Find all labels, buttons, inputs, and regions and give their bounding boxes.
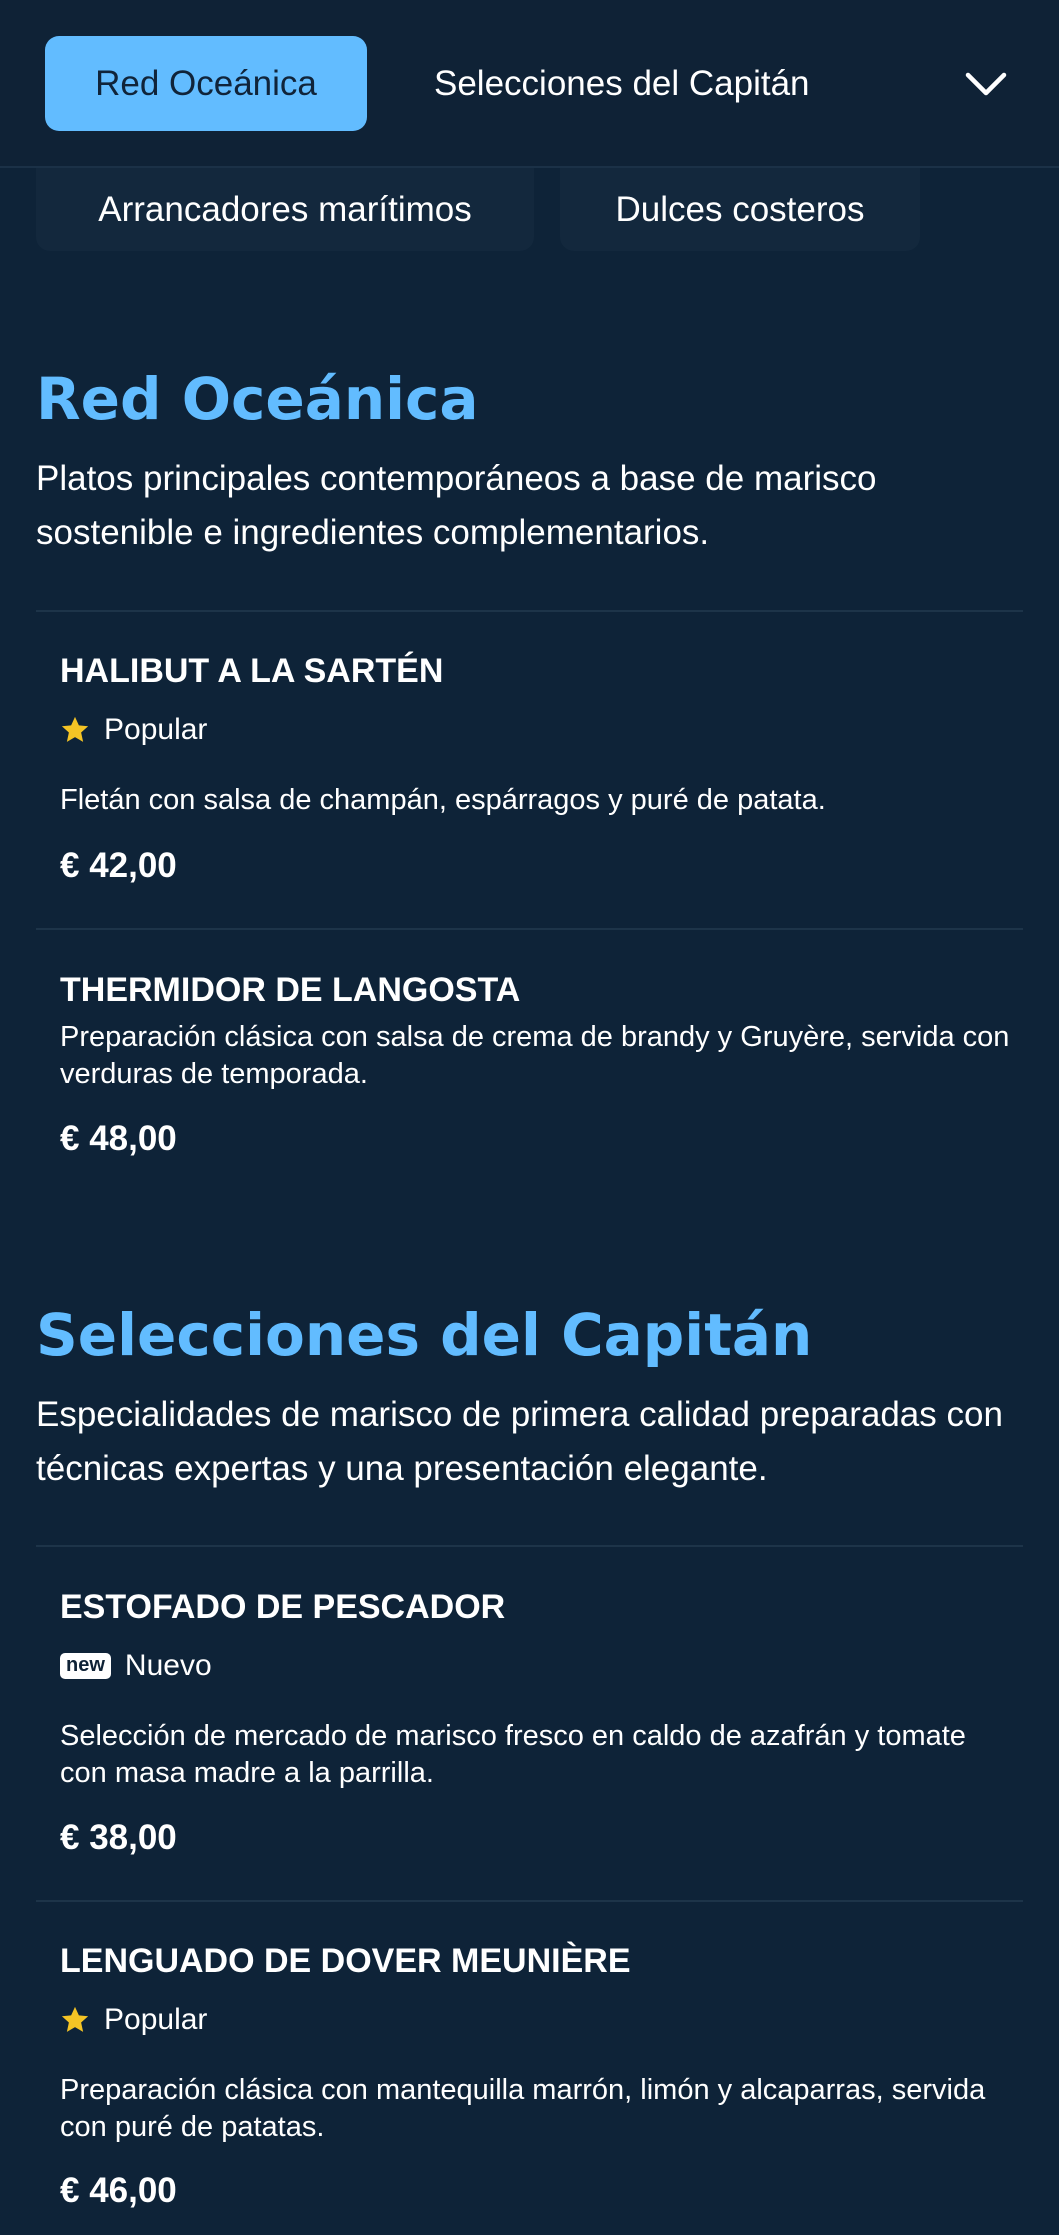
divider [36, 1900, 1023, 1902]
item-name: ESTOFADO DE PESCADOR [60, 1588, 506, 1626]
item-name: THERMIDOR DE LANGOSTA [60, 971, 521, 1009]
section-description: Platos principales contemporáneos a base… [36, 459, 877, 552]
item-description: Preparación clásica con salsa de crema d… [60, 1021, 1010, 1090]
tab-label: Selecciones del Capitán [434, 63, 810, 103]
item-name: LENGUADO DE DOVER MEUNIÈRE [60, 1942, 631, 1980]
tab-dulces-costeros[interactable]: Dulces costeros [560, 168, 920, 251]
category-nav-overflow: Arrancadores marítimos Dulces costeros [0, 168, 1059, 258]
item-description: Fletán con salsa de champán, espárragos … [60, 784, 826, 816]
item-price: € 46,00 [60, 2171, 177, 2210]
section-title: Red Oceánica [36, 365, 479, 433]
badge-label: Popular [104, 713, 208, 746]
popular-badge: Popular [60, 713, 207, 747]
tab-red-oceanica[interactable]: Red Oceánica [45, 36, 367, 131]
item-description: Preparación clásica con mantequilla marr… [60, 2074, 986, 2143]
tab-selecciones-del-capitan[interactable]: Selecciones del Capitán [434, 36, 810, 131]
star-icon [61, 716, 89, 742]
divider [36, 610, 1023, 612]
tab-label: Dulces costeros [615, 189, 865, 229]
section-description: Especialidades de marisco de primera cal… [36, 1395, 1003, 1488]
tab-label: Arrancadores marítimos [98, 189, 472, 229]
tab-label: Red Oceánica [95, 63, 317, 103]
item-price: € 42,00 [60, 846, 177, 885]
divider [36, 1545, 1023, 1547]
more-categories-button[interactable] [950, 48, 1022, 120]
chevron-down-icon [965, 72, 1007, 96]
new-icon: new [60, 1653, 111, 1679]
star-icon [61, 2006, 89, 2032]
section-title: Selecciones del Capitán [36, 1301, 813, 1369]
item-description: Selección de mercado de marisco fresco e… [60, 1720, 966, 1789]
item-price: € 48,00 [60, 1119, 177, 1158]
badge-label: Popular [104, 2003, 208, 2036]
new-badge: new Nuevo [60, 1649, 212, 1683]
category-nav: Red Oceánica Selecciones del Capitán [0, 0, 1059, 168]
divider [36, 928, 1023, 930]
popular-badge: Popular [60, 2003, 207, 2037]
badge-label: Nuevo [124, 1649, 212, 1682]
item-price: € 38,00 [60, 1818, 177, 1857]
tab-arrancadores-maritimos[interactable]: Arrancadores marítimos [36, 168, 534, 251]
item-name: HALIBUT A LA SARTÉN [60, 652, 444, 690]
